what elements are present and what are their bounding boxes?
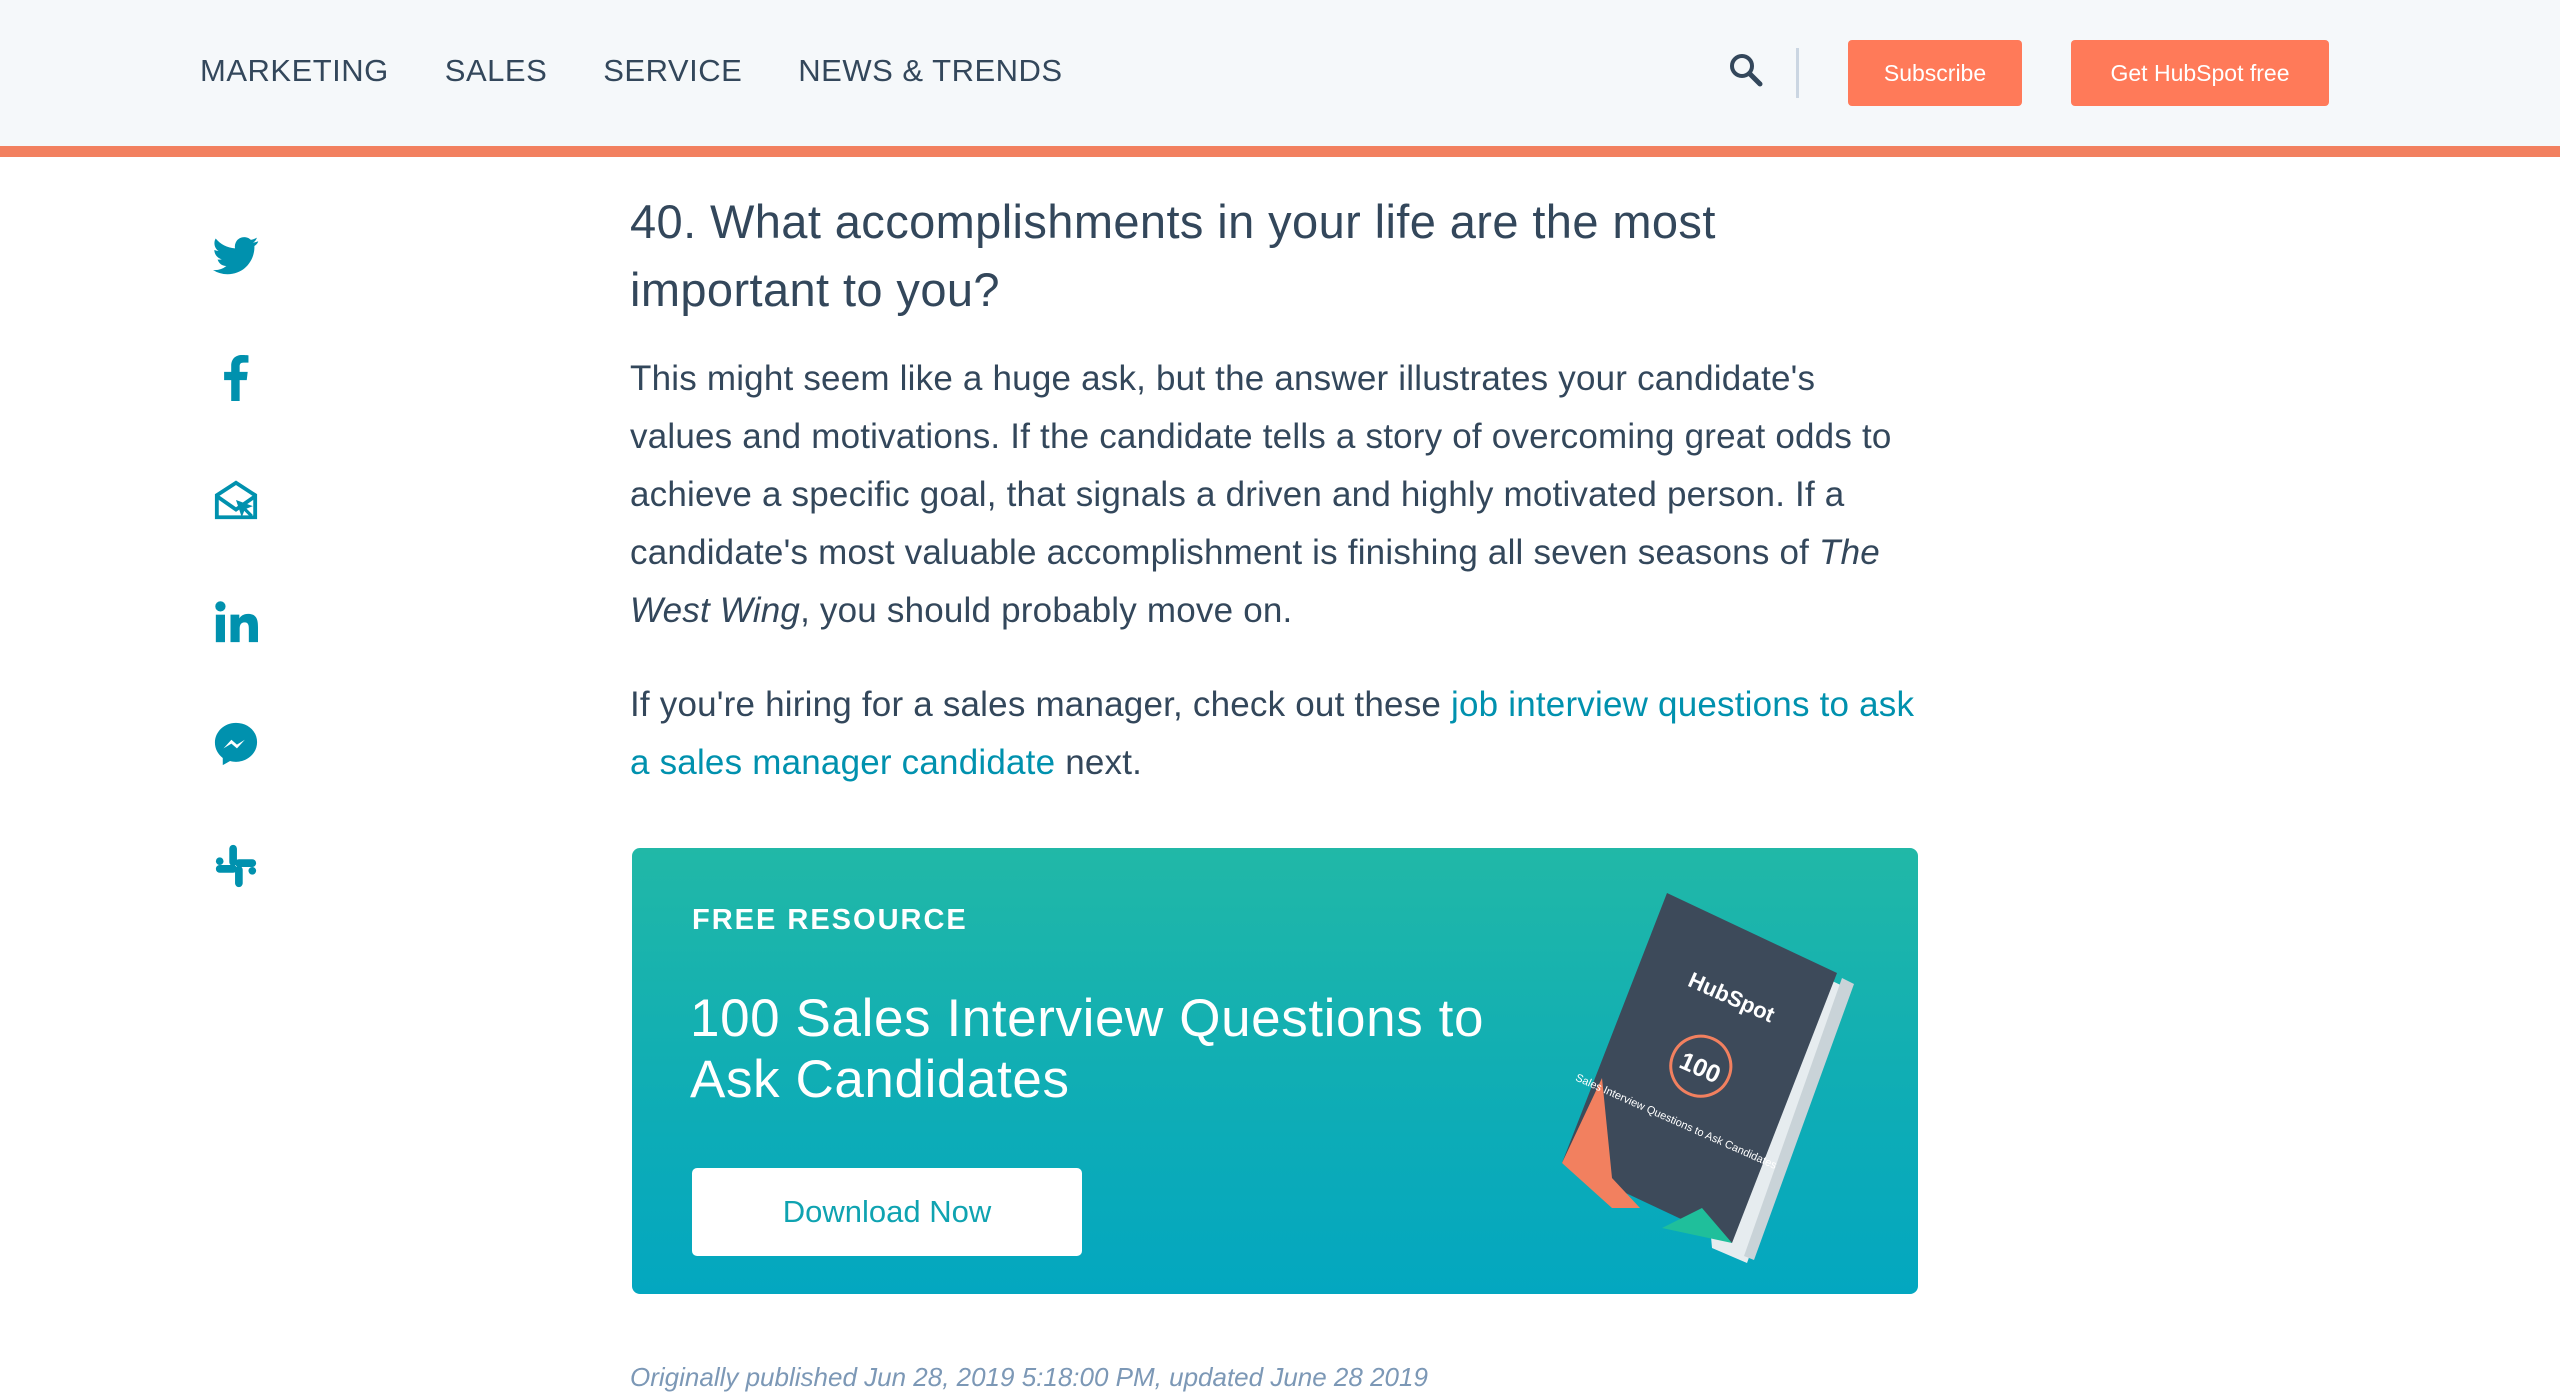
related-text: If you're hiring for a sales manager, ch… <box>630 685 1451 724</box>
nav-news-trends[interactable]: NEWS & TRENDS <box>798 50 1062 92</box>
ebook-cover-illustration: HubSpot 100 Sales Interview Questions to… <box>1562 893 1854 1263</box>
header-divider <box>1796 48 1799 98</box>
related-paragraph: If you're hiring for a sales manager, ch… <box>630 676 1920 792</box>
related-text-end: next. <box>1055 743 1143 782</box>
download-now-button[interactable]: Download Now <box>692 1168 1082 1256</box>
linkedin-icon[interactable] <box>210 596 262 648</box>
header-accent-stripe <box>0 146 2560 157</box>
facebook-icon[interactable] <box>210 352 262 404</box>
nav-marketing[interactable]: MARKETING <box>200 50 389 92</box>
nav-service[interactable]: SERVICE <box>603 50 742 92</box>
article-body: 40. What accomplishments in your life ar… <box>630 188 1920 792</box>
nav-sales[interactable]: SALES <box>445 50 547 92</box>
slack-icon[interactable] <box>210 840 262 892</box>
answer-text: This might seem like a huge ask, but the… <box>630 359 1892 572</box>
main-nav: MARKETING SALES SERVICE NEWS & TRENDS <box>200 50 1063 92</box>
banner-title: 100 Sales Interview Questions to Ask Can… <box>690 989 1485 1109</box>
twitter-icon[interactable] <box>210 230 262 282</box>
answer-text-end: , you should probably move on. <box>800 591 1293 630</box>
subscribe-button[interactable]: Subscribe <box>1848 40 2022 106</box>
banner-eyebrow: FREE RESOURCE <box>692 904 968 936</box>
search-icon[interactable] <box>1728 52 1764 88</box>
email-icon[interactable] <box>210 474 262 526</box>
answer-paragraph: This might seem like a huge ask, but the… <box>630 350 1920 640</box>
get-hubspot-free-button[interactable]: Get HubSpot free <box>2071 40 2329 106</box>
messenger-icon[interactable] <box>210 718 262 770</box>
free-resource-banner[interactable]: FREE RESOURCE 100 Sales Interview Questi… <box>632 848 1918 1294</box>
question-heading: 40. What accomplishments in your life ar… <box>630 195 1716 316</box>
